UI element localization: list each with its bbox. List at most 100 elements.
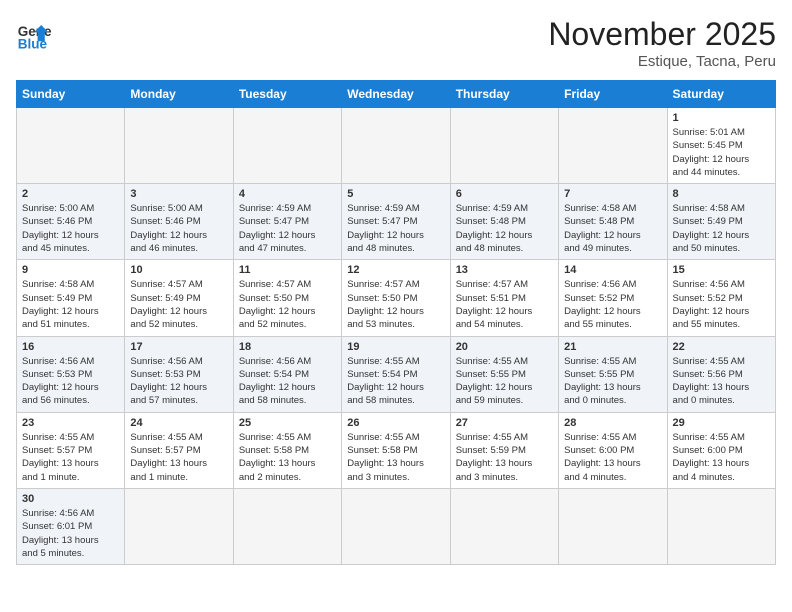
day-number: 5 [347, 188, 444, 200]
calendar-cell: 8 Sunrise: 4:58 AM Sunset: 5:49 PM Daylig… [667, 184, 775, 260]
day-info: Sunrise: 4:57 AM Sunset: 5:51 PM Dayligh… [456, 278, 553, 331]
day-info: Sunrise: 4:55 AM Sunset: 6:00 PM Dayligh… [673, 431, 770, 484]
calendar-cell: 5 Sunrise: 4:59 AM Sunset: 5:47 PM Daylig… [342, 184, 450, 260]
day-number: 13 [456, 264, 553, 276]
calendar-cell: 22 Sunrise: 4:55 AM Sunset: 5:56 PM Dayli… [667, 336, 775, 412]
day-number: 10 [130, 264, 227, 276]
day-header-tuesday: Tuesday [233, 81, 341, 108]
day-info: Sunrise: 4:56 AM Sunset: 5:53 PM Dayligh… [22, 355, 119, 408]
day-info: Sunrise: 4:58 AM Sunset: 5:49 PM Dayligh… [22, 278, 119, 331]
calendar-cell: 9 Sunrise: 4:58 AM Sunset: 5:49 PM Daylig… [17, 260, 125, 336]
day-number: 28 [564, 417, 661, 429]
day-number: 2 [22, 188, 119, 200]
day-info: Sunrise: 4:57 AM Sunset: 5:50 PM Dayligh… [347, 278, 444, 331]
day-number: 20 [456, 341, 553, 353]
calendar-cell [17, 108, 125, 184]
day-info: Sunrise: 4:55 AM Sunset: 5:54 PM Dayligh… [347, 355, 444, 408]
calendar-cell [450, 108, 558, 184]
day-number: 18 [239, 341, 336, 353]
day-info: Sunrise: 4:59 AM Sunset: 5:47 PM Dayligh… [239, 202, 336, 255]
logo: General Blue [16, 16, 52, 52]
calendar-cell: 15Sunrise: 4:56 AM Sunset: 5:52 PM Dayli… [667, 260, 775, 336]
title-block: November 2025 Estique, Tacna, Peru [548, 16, 776, 70]
day-number: 14 [564, 264, 661, 276]
calendar-table: SundayMondayTuesdayWednesdayThursdayFrid… [16, 80, 776, 565]
calendar-cell: 29Sunrise: 4:55 AM Sunset: 6:00 PM Dayli… [667, 412, 775, 488]
day-info: Sunrise: 4:59 AM Sunset: 5:47 PM Dayligh… [347, 202, 444, 255]
day-number: 27 [456, 417, 553, 429]
day-info: Sunrise: 4:55 AM Sunset: 6:00 PM Dayligh… [564, 431, 661, 484]
day-info: Sunrise: 4:56 AM Sunset: 5:52 PM Dayligh… [564, 278, 661, 331]
day-info: Sunrise: 4:58 AM Sunset: 5:48 PM Dayligh… [564, 202, 661, 255]
calendar-cell: 25 Sunrise: 4:55 AM Sunset: 5:58 PM Dayli… [233, 412, 341, 488]
calendar-cell [342, 488, 450, 564]
day-info: Sunrise: 4:55 AM Sunset: 5:59 PM Dayligh… [456, 431, 553, 484]
day-number: 17 [130, 341, 227, 353]
day-number: 1 [673, 112, 770, 124]
day-header-friday: Friday [559, 81, 667, 108]
day-number: 9 [22, 264, 119, 276]
day-number: 8 [673, 188, 770, 200]
day-info: Sunrise: 4:55 AM Sunset: 5:56 PM Dayligh… [673, 355, 770, 408]
calendar-cell [450, 488, 558, 564]
calendar-cell: 11 Sunrise: 4:57 AM Sunset: 5:50 PM Dayli… [233, 260, 341, 336]
day-info: Sunrise: 4:56 AM Sunset: 6:01 PM Dayligh… [22, 507, 119, 560]
day-number: 12 [347, 264, 444, 276]
calendar-week-row: 23 Sunrise: 4:55 AM Sunset: 5:57 PM Dayli… [17, 412, 776, 488]
logo-icon: General Blue [16, 16, 52, 52]
day-header-thursday: Thursday [450, 81, 558, 108]
day-number: 22 [673, 341, 770, 353]
calendar-cell: 23 Sunrise: 4:55 AM Sunset: 5:57 PM Dayli… [17, 412, 125, 488]
day-info: Sunrise: 4:55 AM Sunset: 5:57 PM Dayligh… [130, 431, 227, 484]
calendar-cell: 24 Sunrise: 4:55 AM Sunset: 5:57 PM Dayli… [125, 412, 233, 488]
day-number: 30 [22, 493, 119, 505]
day-header-saturday: Saturday [667, 81, 775, 108]
day-number: 15 [673, 264, 770, 276]
calendar-cell: 26Sunrise: 4:55 AM Sunset: 5:58 PM Dayli… [342, 412, 450, 488]
day-info: Sunrise: 4:58 AM Sunset: 5:49 PM Dayligh… [673, 202, 770, 255]
calendar-cell: 20 Sunrise: 4:55 AM Sunset: 5:55 PM Dayli… [450, 336, 558, 412]
calendar-cell: 17Sunrise: 4:56 AM Sunset: 5:53 PM Dayli… [125, 336, 233, 412]
day-info: Sunrise: 5:01 AM Sunset: 5:45 PM Dayligh… [673, 126, 770, 179]
day-info: Sunrise: 4:56 AM Sunset: 5:54 PM Dayligh… [239, 355, 336, 408]
day-number: 25 [239, 417, 336, 429]
day-info: Sunrise: 4:55 AM Sunset: 5:58 PM Dayligh… [239, 431, 336, 484]
calendar-cell: 27 Sunrise: 4:55 AM Sunset: 5:59 PM Dayli… [450, 412, 558, 488]
calendar-cell: 13 Sunrise: 4:57 AM Sunset: 5:51 PM Dayli… [450, 260, 558, 336]
calendar-cell: 1 Sunrise: 5:01 AM Sunset: 5:45 PM Daylig… [667, 108, 775, 184]
day-number: 23 [22, 417, 119, 429]
calendar-cell: 21Sunrise: 4:55 AM Sunset: 5:55 PM Dayli… [559, 336, 667, 412]
calendar-cell: 10 Sunrise: 4:57 AM Sunset: 5:49 PM Dayli… [125, 260, 233, 336]
day-info: Sunrise: 4:55 AM Sunset: 5:55 PM Dayligh… [456, 355, 553, 408]
day-info: Sunrise: 4:55 AM Sunset: 5:57 PM Dayligh… [22, 431, 119, 484]
calendar-cell: 4 Sunrise: 4:59 AM Sunset: 5:47 PM Daylig… [233, 184, 341, 260]
calendar-cell: 14 Sunrise: 4:56 AM Sunset: 5:52 PM Dayli… [559, 260, 667, 336]
day-number: 4 [239, 188, 336, 200]
day-number: 3 [130, 188, 227, 200]
day-number: 24 [130, 417, 227, 429]
month-title: November 2025 [548, 16, 776, 53]
calendar-week-row: 30 Sunrise: 4:56 AM Sunset: 6:01 PM Dayli… [17, 488, 776, 564]
day-number: 19 [347, 341, 444, 353]
calendar-cell: 2 Sunrise: 5:00 AM Sunset: 5:46 PM Daylig… [17, 184, 125, 260]
day-number: 11 [239, 264, 336, 276]
day-info: Sunrise: 4:55 AM Sunset: 5:58 PM Dayligh… [347, 431, 444, 484]
day-header-monday: Monday [125, 81, 233, 108]
calendar-cell: 18 Sunrise: 4:56 AM Sunset: 5:54 PM Dayli… [233, 336, 341, 412]
day-info: Sunrise: 5:00 AM Sunset: 5:46 PM Dayligh… [22, 202, 119, 255]
calendar-cell: 16Sunrise: 4:56 AM Sunset: 5:53 PM Dayli… [17, 336, 125, 412]
day-info: Sunrise: 4:57 AM Sunset: 5:49 PM Dayligh… [130, 278, 227, 331]
day-header-wednesday: Wednesday [342, 81, 450, 108]
calendar-cell: 30 Sunrise: 4:56 AM Sunset: 6:01 PM Dayli… [17, 488, 125, 564]
day-info: Sunrise: 4:57 AM Sunset: 5:50 PM Dayligh… [239, 278, 336, 331]
day-number: 21 [564, 341, 661, 353]
calendar-cell [342, 108, 450, 184]
page-header: General Blue November 2025 Estique, Tacn… [16, 16, 776, 70]
location-title: Estique, Tacna, Peru [548, 53, 776, 70]
day-header-sunday: Sunday [17, 81, 125, 108]
calendar-cell [233, 108, 341, 184]
calendar-week-row: 1 Sunrise: 5:01 AM Sunset: 5:45 PM Daylig… [17, 108, 776, 184]
calendar-cell [125, 108, 233, 184]
calendar-cell: 28 Sunrise: 4:55 AM Sunset: 6:00 PM Dayli… [559, 412, 667, 488]
calendar-cell [667, 488, 775, 564]
